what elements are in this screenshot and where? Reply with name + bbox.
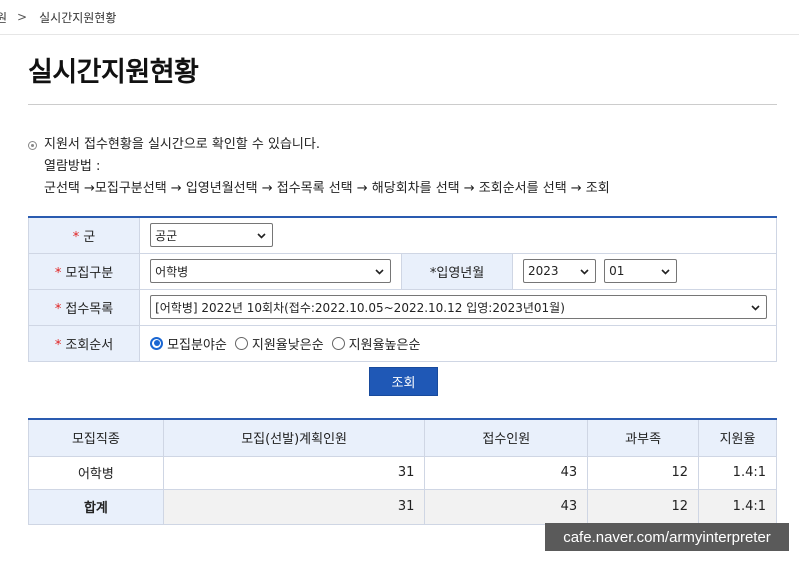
recruit-type-select[interactable]: 어학병 [150,259,392,283]
sort-option-field[interactable]: 모집분야순 [150,334,227,353]
sort-order-radio-group: 모집분야순 지원율낮은순 지원율높은순 [150,334,776,353]
page-title: 실시간지원현황 [28,57,199,88]
radio-unselected-icon[interactable] [234,336,248,350]
radio-unselected-icon[interactable] [331,336,345,350]
enlist-month-select[interactable]: 01 [604,259,678,283]
cell-category: 어학병 [28,455,164,490]
cell-applicants: 43 [424,455,589,490]
breadcrumb-prev[interactable]: 원 [0,9,7,26]
sort-order-label: * 조회순서 [27,324,141,362]
enlist-year-select[interactable]: 2023 [523,259,597,283]
results-header-row: 모집직종 모집(선발)계획인원 접수인원 과부족 지원율 [28,418,777,457]
sort-option-high-rate[interactable]: 지원율높은순 [331,334,420,353]
chevron-down-icon [751,303,760,312]
cell-rate: 1.4:1 [698,455,777,490]
application-list-label: * 접수목록 [27,288,141,326]
chevron-down-icon [580,267,589,276]
intro-line3: 군선택 →모집구분선택 → 입영년월선택 → 접수목록 선택 → 해당회차를 선… [44,181,610,196]
search-form: * 군 공군 * 모집구분 어학병 *입영년월 2023 01 * 접수목록 [… [27,216,777,362]
chevron-down-icon [661,267,670,276]
branch-label: * 군 [27,216,141,254]
branch-select[interactable]: 공군 [150,223,274,248]
watermark: cafe.naver.com/armyinterpreter [545,523,789,551]
title-divider [28,104,777,105]
chevron-down-icon [375,267,384,276]
radio-selected-icon[interactable] [150,336,164,350]
cell-planned: 31 [162,455,426,490]
results-table: 모집직종 모집(선발)계획인원 접수인원 과부족 지원율 어학병 31 43 1… [28,418,777,525]
col-header-category: 모집직종 [28,418,164,457]
intro-line1: 지원서 접수현황을 실시간으로 확인할 수 있습니다. [44,137,320,152]
total-difference: 12 [587,488,700,525]
total-label: 합계 [28,488,164,525]
intro-line2: 열람방법 : [44,159,101,174]
chevron-down-icon [257,231,266,240]
total-planned: 31 [162,488,426,525]
col-header-difference: 과부족 [587,418,700,457]
intro-text: 지원서 접수현황을 실시간으로 확인할 수 있습니다. 열람방법 : 군선택 →… [28,134,610,200]
total-row: 합계 31 43 12 1.4:1 [28,488,777,525]
breadcrumb-current[interactable]: 실시간지원현황 [39,9,116,26]
bullet-icon [28,140,37,150]
query-button[interactable]: 조회 [369,367,438,396]
cell-difference: 12 [587,455,700,490]
col-header-rate: 지원율 [698,418,777,457]
col-header-planned: 모집(선발)계획인원 [162,418,426,457]
table-row: 어학병 31 43 12 1.4:1 [28,455,777,490]
enlist-month-label: *입영년월 [401,252,514,290]
total-rate: 1.4:1 [698,488,777,525]
sort-option-low-rate[interactable]: 지원율낮은순 [234,334,324,353]
col-header-applicants: 접수인원 [424,418,589,457]
breadcrumb: 원 > 실시간지원현황 [0,0,799,35]
recruit-type-label: * 모집구분 [27,252,141,290]
breadcrumb-separator: > [17,10,28,24]
application-list-select[interactable]: [어학병] 2022년 10회차(접수:2022.10.05~2022.10.1… [150,295,768,319]
total-applicants: 43 [424,488,589,525]
